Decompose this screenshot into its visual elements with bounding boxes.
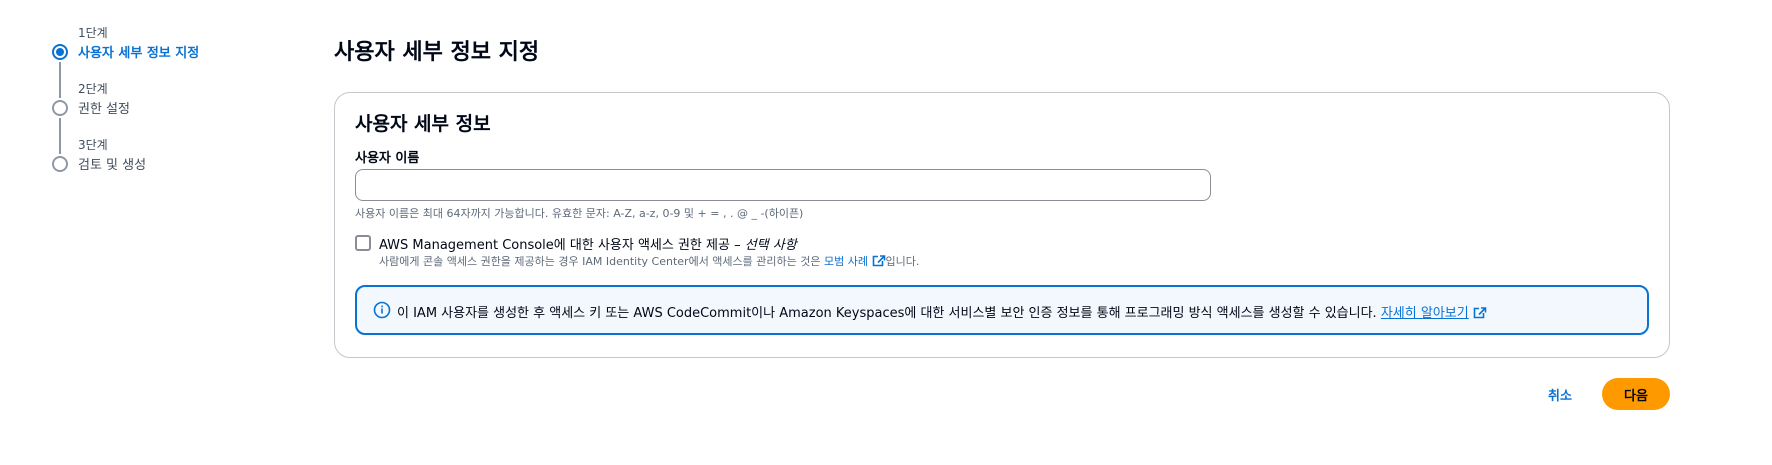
- learn-more-link[interactable]: 자세히 알아보기: [1381, 306, 1469, 321]
- step-1[interactable]: 1단계 사용자 세부 정보 지정: [52, 24, 292, 98]
- step-inactive-indicator-icon: [52, 156, 68, 172]
- step-3: 3단계 검토 및 생성: [52, 136, 292, 192]
- console-access-description: 사람에게 콘솔 액세스 권한을 제공하는 경우 IAM Identity Cen…: [379, 253, 919, 269]
- cancel-button[interactable]: 취소: [1536, 378, 1584, 410]
- wizard-stepper: 1단계 사용자 세부 정보 지정 2단계 권한 설정 3단계 검토 및 생성: [52, 24, 292, 192]
- console-access-label-text: AWS Management Console에 대한 사용자 액세스 권한 제공…: [379, 238, 741, 253]
- info-message: 이 IAM 사용자를 생성한 후 액세스 키 또는 AWS CodeCommit…: [397, 302, 1487, 321]
- info-alert: 이 IAM 사용자를 생성한 후 액세스 키 또는 AWS CodeCommit…: [355, 285, 1649, 335]
- step-inactive-indicator-icon: [52, 100, 68, 116]
- step-number: 3단계: [78, 138, 108, 152]
- step-active-indicator-icon: [52, 44, 68, 60]
- best-practice-link-label: 모범 사례: [824, 255, 868, 268]
- step-number: 1단계: [78, 26, 108, 40]
- step-title: 검토 및 생성: [78, 158, 147, 173]
- optional-text: 선택 사항: [744, 238, 797, 253]
- step-2: 2단계 권한 설정: [52, 80, 292, 154]
- external-link-icon: [872, 255, 885, 267]
- next-button[interactable]: 다음: [1602, 378, 1670, 410]
- best-practice-link[interactable]: 모범 사례: [824, 255, 885, 268]
- description-text: 사람에게 콘솔 액세스 권한을 제공하는 경우 IAM Identity Cen…: [379, 255, 821, 268]
- info-icon: [373, 301, 391, 319]
- step-title: 권한 설정: [78, 102, 130, 117]
- username-input[interactable]: [355, 169, 1211, 201]
- username-label: 사용자 이름: [355, 151, 420, 166]
- external-link-icon: [1473, 307, 1487, 319]
- console-access-checkbox[interactable]: [355, 235, 371, 251]
- step-number: 2단계: [78, 82, 108, 96]
- page-title: 사용자 세부 정보 지정: [334, 40, 540, 65]
- console-access-label[interactable]: AWS Management Console에 대한 사용자 액세스 권한 제공…: [379, 234, 797, 253]
- learn-more-label: 자세히 알아보기: [1380, 306, 1469, 321]
- username-constraint-text: 사용자 이름은 최대 64자까지 가능합니다. 유효한 문자: A-Z, a-z…: [355, 207, 804, 220]
- step-title[interactable]: 사용자 세부 정보 지정: [78, 42, 199, 61]
- user-details-container: 사용자 세부 정보 사용자 이름 사용자 이름은 최대 64자까지 가능합니다.…: [334, 92, 1670, 358]
- description-suffix: 입니다.: [885, 255, 920, 268]
- info-text: 이 IAM 사용자를 생성한 후 액세스 키 또는 AWS CodeCommit…: [397, 306, 1377, 321]
- section-title: 사용자 세부 정보: [355, 113, 491, 135]
